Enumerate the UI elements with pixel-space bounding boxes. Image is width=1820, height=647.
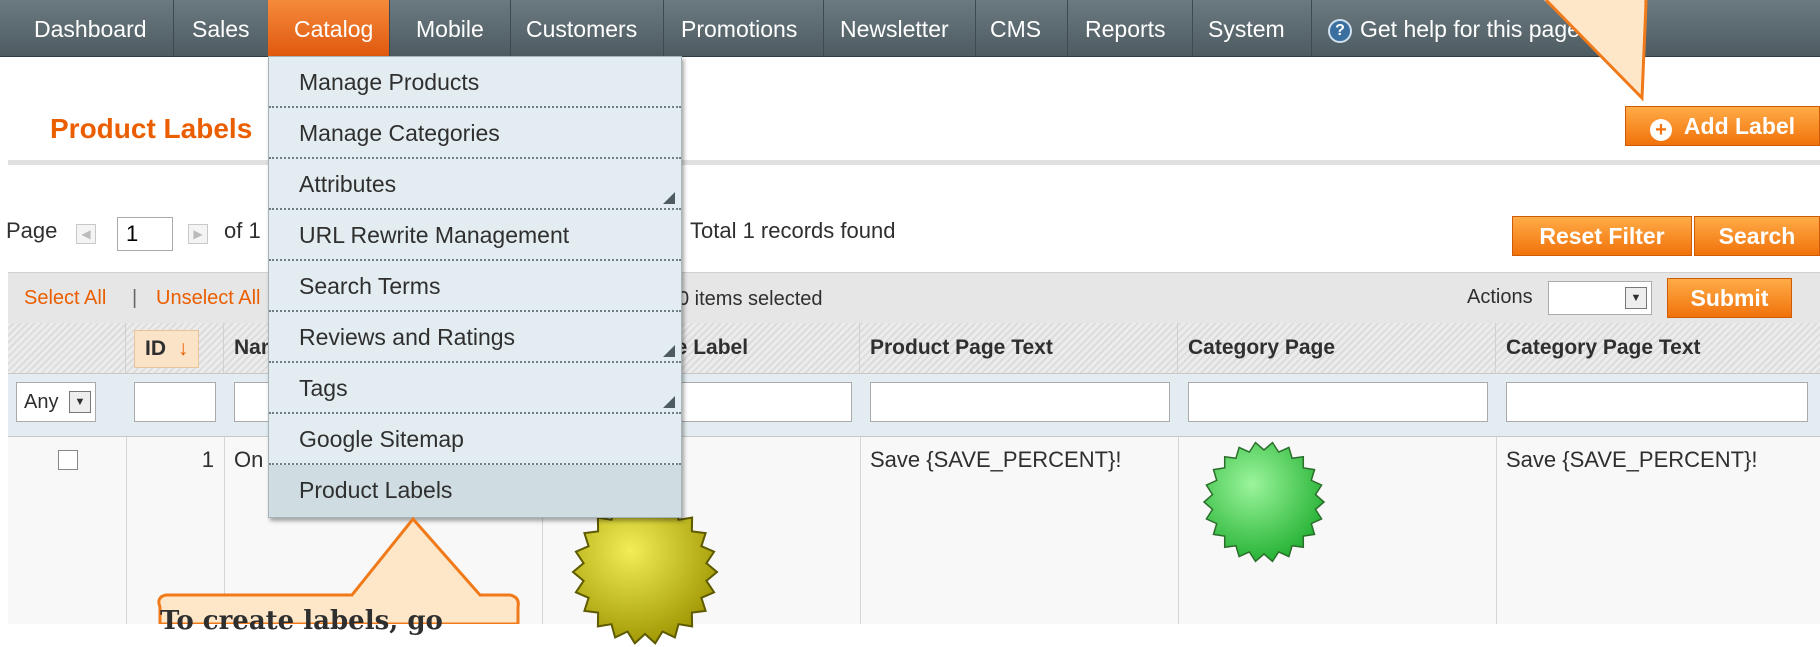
menu-item-manage-products[interactable]: Manage Products	[269, 57, 681, 108]
any-select[interactable]: Any ▼	[16, 382, 96, 422]
menu-item-tags[interactable]: Tags	[269, 363, 681, 414]
id-filter-input[interactable]	[134, 382, 216, 422]
header-category-page[interactable]: Category Page	[1178, 323, 1496, 373]
submenu-arrow-icon	[663, 396, 675, 408]
nav-mobile[interactable]: Mobile	[390, 0, 511, 56]
row-checkbox[interactable]	[58, 450, 78, 470]
row-id: 1	[201, 447, 214, 472]
nav-catalog[interactable]: Catalog	[268, 0, 390, 56]
product-page-text-filter-input[interactable]	[870, 382, 1170, 422]
nav-promotions[interactable]: Promotions	[655, 0, 825, 56]
nav-system[interactable]: System	[1182, 0, 1312, 56]
chevron-down-icon: ▼	[69, 391, 91, 413]
menu-item-attributes-label: Attributes	[299, 171, 397, 197]
nav-sales[interactable]: Sales	[166, 0, 277, 56]
sort-desc-icon: ↓	[177, 337, 189, 360]
column-divider	[1496, 437, 1497, 624]
header-id[interactable]: ID ↓	[126, 323, 224, 373]
nav-cms[interactable]: CMS	[964, 0, 1069, 56]
menu-item-tags-label: Tags	[299, 375, 348, 401]
category-page-text-filter-input[interactable]	[1506, 382, 1808, 422]
actions-select[interactable]: ▼	[1548, 281, 1652, 315]
menu-item-attributes[interactable]: Attributes	[269, 159, 681, 210]
add-label-button[interactable]: + Add Label	[1625, 106, 1820, 146]
pager: Page	[6, 218, 57, 244]
nav-newsletter[interactable]: Newsletter	[814, 0, 976, 56]
menu-item-reviews-ratings-label: Reviews and Ratings	[299, 324, 516, 350]
help-icon: ?	[1328, 18, 1352, 43]
total-records: Total 1 records found	[690, 218, 896, 243]
menu-item-google-sitemap[interactable]: Google Sitemap	[269, 414, 681, 465]
green-starburst-icon	[1202, 441, 1326, 563]
unselect-all-link[interactable]: Unselect All	[156, 287, 261, 310]
page-title: Product Labels	[50, 113, 253, 144]
yellow-starburst-icon	[571, 499, 719, 645]
items-selected-count: 0 items selected	[678, 288, 823, 310]
any-select-value: Any	[24, 391, 59, 413]
menu-item-reviews-ratings[interactable]: Reviews and Ratings	[269, 312, 681, 363]
menu-item-manage-categories[interactable]: Manage Categories	[269, 108, 681, 159]
header-id-label: ID	[145, 337, 166, 360]
search-button[interactable]: Search	[1694, 216, 1820, 256]
nav-reports[interactable]: Reports	[1059, 0, 1193, 56]
separator: |	[132, 287, 138, 309]
nav-customers[interactable]: Customers	[500, 0, 665, 56]
column-divider	[860, 437, 861, 624]
actions-label: Actions	[1467, 286, 1533, 308]
category-page-filter-input[interactable]	[1188, 382, 1488, 422]
nav-dashboard[interactable]: Dashboard	[8, 0, 174, 56]
next-page-icon[interactable]: ▶	[188, 224, 208, 244]
submenu-arrow-icon	[663, 192, 675, 204]
header-checkbox-cell	[8, 323, 126, 373]
chevron-down-icon: ▼	[1625, 287, 1647, 309]
catalog-dropdown-menu: Manage Products Manage Categories Attrib…	[268, 56, 682, 518]
prev-page-icon[interactable]: ◀	[76, 224, 96, 244]
add-label-text: Add Label	[1683, 113, 1796, 139]
row-product-page-text: Save {SAVE_PERCENT}!	[870, 447, 1122, 472]
column-divider	[1178, 437, 1179, 624]
header-product-page-text[interactable]: Product Page Text	[860, 323, 1178, 373]
header-category-page-text[interactable]: Category Page Text	[1496, 323, 1820, 373]
plus-circle-icon: +	[1649, 119, 1672, 141]
callout-text: To create labels, go	[160, 606, 443, 636]
callout-pointer-top	[1544, 0, 1648, 102]
menu-item-url-rewrite[interactable]: URL Rewrite Management	[269, 210, 681, 261]
submit-button[interactable]: Submit	[1667, 278, 1792, 318]
menu-item-search-terms[interactable]: Search Terms	[269, 261, 681, 312]
page-label: Page	[6, 218, 58, 243]
select-all-link[interactable]: Select All	[24, 287, 106, 310]
page-number-input[interactable]	[117, 217, 173, 251]
menu-item-product-labels[interactable]: Product Labels	[269, 465, 681, 517]
row-category-page-text: Save {SAVE_PERCENT}!	[1506, 447, 1758, 472]
submenu-arrow-icon	[663, 345, 675, 357]
reset-filter-button[interactable]: Reset Filter	[1512, 216, 1692, 256]
